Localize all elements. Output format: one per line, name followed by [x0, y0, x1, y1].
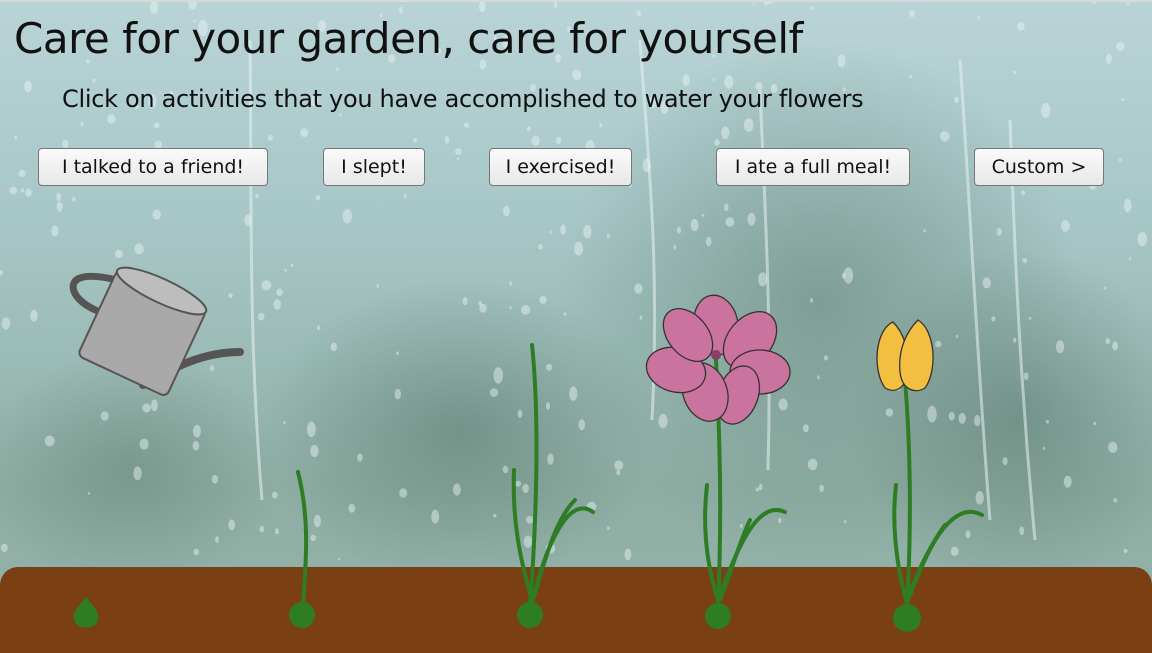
garden: [69, 259, 984, 632]
watering-can-icon[interactable]: [69, 259, 244, 396]
seed-plant[interactable]: [73, 597, 99, 628]
leafy-plant[interactable]: [511, 343, 595, 628]
sprout-plant[interactable]: [289, 470, 315, 628]
pink-flower-plant[interactable]: [641, 292, 791, 629]
yellow-tulip-plant[interactable]: [876, 319, 984, 632]
